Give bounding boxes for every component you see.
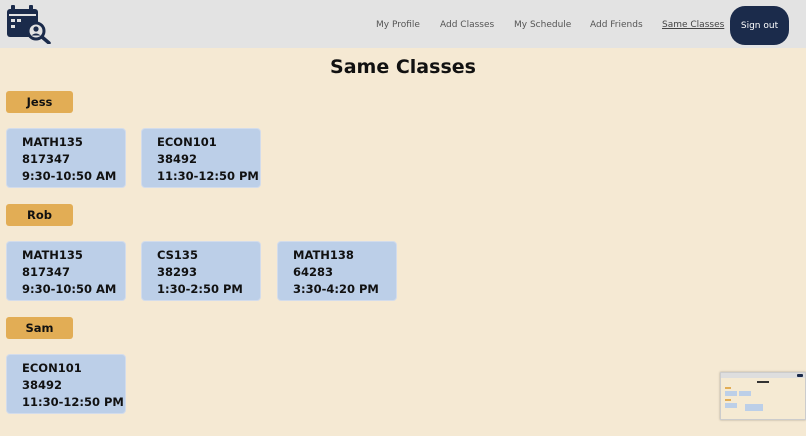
nav-add-friends[interactable]: Add Friends	[590, 20, 643, 30]
class-card: MATH138 64283 3:30-4:20 PM	[277, 241, 397, 301]
thumbnail-badge	[725, 399, 731, 401]
class-time: 3:30-4:20 PM	[293, 282, 379, 296]
nav-my-profile[interactable]: My Profile	[376, 20, 420, 30]
thumbnail-card	[725, 391, 737, 396]
page-title: Same Classes	[330, 56, 476, 78]
class-id: 817347	[22, 265, 71, 279]
friend-name-badge: Rob	[6, 204, 73, 226]
class-card: MATH135 817347 9:30-10:50 AM	[6, 241, 126, 301]
nav-same-classes[interactable]: Same Classes	[662, 20, 724, 30]
class-course: MATH135	[22, 248, 83, 262]
class-time: 11:30-12:50 PM	[157, 169, 259, 183]
thumbnail-badge	[725, 387, 731, 389]
class-card: ECON101 38492 11:30-12:50 PM	[6, 354, 126, 414]
sign-out-button[interactable]: Sign out	[730, 6, 789, 45]
screenshot-thumbnail[interactable]	[720, 372, 806, 420]
calendar-search-icon[interactable]	[6, 4, 52, 45]
thumbnail-card	[745, 404, 763, 411]
class-time: 9:30-10:50 AM	[22, 282, 117, 296]
class-id: 817347	[22, 152, 71, 166]
class-id: 38492	[22, 378, 63, 392]
class-card: CS135 38293 1:30-2:50 PM	[141, 241, 261, 301]
class-course: ECON101	[22, 361, 82, 375]
class-time: 1:30-2:50 PM	[157, 282, 243, 296]
nav-add-classes[interactable]: Add Classes	[440, 20, 494, 30]
thumbnail-title	[757, 381, 769, 383]
class-card: MATH135 817347 9:30-10:50 AM	[6, 128, 126, 188]
class-course: CS135	[157, 248, 198, 262]
friend-name-badge: Sam	[6, 317, 73, 339]
class-time: 11:30-12:50 PM	[22, 395, 124, 409]
class-course: MATH135	[22, 135, 83, 149]
thumbnail-signout	[797, 374, 803, 377]
class-course: MATH138	[293, 248, 354, 262]
class-id: 38492	[157, 152, 198, 166]
class-card: ECON101 38492 11:30-12:50 PM	[141, 128, 261, 188]
navbar: My Profile Add Classes My Schedule Add F…	[0, 0, 806, 48]
nav-my-schedule[interactable]: My Schedule	[514, 20, 571, 30]
thumbnail-card	[725, 403, 737, 408]
class-time: 9:30-10:50 AM	[22, 169, 117, 183]
friend-name-badge: Jess	[6, 91, 73, 113]
thumbnail-card	[739, 391, 751, 396]
class-id: 38293	[157, 265, 198, 279]
class-course: ECON101	[157, 135, 217, 149]
thumbnail-navbar	[721, 373, 805, 378]
class-id: 64283	[293, 265, 334, 279]
